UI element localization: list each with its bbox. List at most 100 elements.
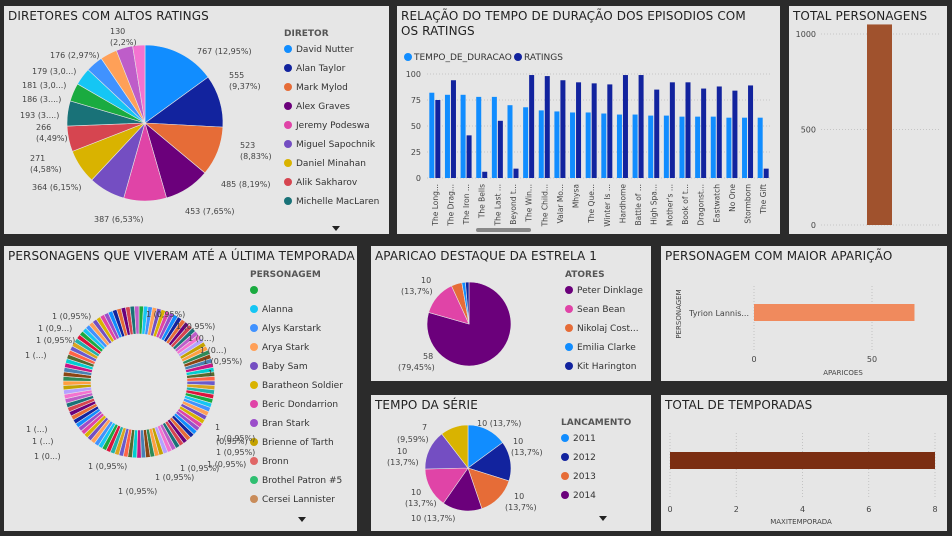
survivors-legend-item[interactable]: Cersei Lannister xyxy=(262,495,335,505)
tempo-serie-pie-chart[interactable]: LANCAMENTO 2011 2012 2013 2014 10 (13,7%) 10 (1… xyxy=(371,395,651,531)
ratings-bar[interactable] xyxy=(544,76,550,178)
duration-bar[interactable] xyxy=(460,94,466,178)
temporadas-bar[interactable] xyxy=(670,452,935,469)
aparicao-legend-item[interactable]: Kit Harington xyxy=(577,362,636,372)
survivors-legend-item[interactable]: Brothel Patron #5 xyxy=(262,476,342,486)
duration-bar[interactable] xyxy=(632,114,638,178)
duration-bar[interactable] xyxy=(491,96,497,178)
survivors-legend-item[interactable]: Alys Karstark xyxy=(262,324,322,334)
survivors-legend-item[interactable]: Bronn xyxy=(262,457,289,467)
directors-legend-item[interactable]: Alan Taylor xyxy=(296,64,346,74)
duration-bar[interactable] xyxy=(570,112,576,178)
directors-legend-item[interactable]: Michelle MacLaren xyxy=(296,197,379,207)
duration-bar[interactable] xyxy=(554,111,560,178)
survivors-legend-item[interactable]: Beric Dondarrion xyxy=(262,400,338,410)
total-personagens-bar[interactable] xyxy=(867,24,892,226)
directors-legend-item[interactable]: Miguel Sapochnik xyxy=(296,140,376,150)
ratings-bar[interactable] xyxy=(435,100,441,178)
duration-bar[interactable] xyxy=(710,116,716,178)
ratings-bar[interactable] xyxy=(638,75,644,178)
ratings-bar[interactable] xyxy=(591,83,597,178)
duration-bar[interactable] xyxy=(476,96,482,178)
duration-bar[interactable] xyxy=(663,115,669,178)
directors-legend-item[interactable]: David Nutter xyxy=(296,45,354,55)
episodes-xtick-label: The Long... xyxy=(431,184,440,227)
aparicao-legend-item[interactable]: Sean Bean xyxy=(577,305,625,315)
survivors-legend-item[interactable]: Alanna xyxy=(262,305,293,315)
duration-bar[interactable] xyxy=(444,94,450,178)
duration-bar[interactable] xyxy=(616,114,622,178)
aparicao-legend-marker xyxy=(565,362,573,370)
caret-down-icon[interactable] xyxy=(332,226,340,231)
episodes-xtick-label: Battle of ... xyxy=(634,184,643,225)
survivors-donut-chart[interactable]: PERSONAGEM Alanna Alys Karstark Arya Stark B… xyxy=(4,246,357,531)
ratings-bar[interactable] xyxy=(576,82,582,178)
temporadas-chart[interactable]: 0 2 4 6 8 MAXITEMPORADA xyxy=(661,395,947,531)
episodes-bar-chart[interactable]: TEMPO_DE_DURACAO RATINGS 100 75 50 25 0 The Lon… xyxy=(397,6,780,234)
ratings-legend-label[interactable]: RATINGS xyxy=(524,53,563,63)
maior-category-label: Tyrion Lannis... xyxy=(688,309,749,318)
horizontal-scrollbar[interactable] xyxy=(476,228,531,232)
ratings-bar[interactable] xyxy=(466,135,472,178)
tempo-slice-label: (13,7%) xyxy=(387,458,419,467)
directors-legend-marker xyxy=(284,140,292,148)
tempo-legend-item[interactable]: 2011 xyxy=(573,434,596,444)
ratings-bar[interactable] xyxy=(654,89,660,178)
survivors-slice-label: 1 (0,95%) xyxy=(216,448,255,457)
duration-bar[interactable] xyxy=(695,116,701,178)
maior-aparicao-bar[interactable] xyxy=(754,304,915,321)
directors-legend-item[interactable]: Jeremy Podeswa xyxy=(295,121,370,131)
duration-bar[interactable] xyxy=(523,107,529,178)
aparicao-pie-chart[interactable]: ATORES Peter Dinklage Sean Bean Nikolaj Cos… xyxy=(371,246,651,381)
tempo-legend-item[interactable]: 2013 xyxy=(573,472,596,482)
duration-legend-label[interactable]: TEMPO_DE_DURACAO xyxy=(413,53,512,63)
ratings-bar[interactable] xyxy=(763,168,769,178)
survivors-legend-item[interactable]: Baby Sam xyxy=(262,362,308,372)
ratings-bar[interactable] xyxy=(669,82,675,178)
tempo-legend-item[interactable]: 2012 xyxy=(573,453,596,463)
duration-bar[interactable] xyxy=(648,115,654,178)
duration-bar[interactable] xyxy=(679,116,685,178)
ratings-bar[interactable] xyxy=(497,120,503,178)
aparicao-legend-item[interactable]: Emilia Clarke xyxy=(577,343,636,353)
ratings-bar[interactable] xyxy=(560,80,566,178)
caret-down-icon[interactable] xyxy=(599,516,607,521)
ratings-bar[interactable] xyxy=(716,86,722,178)
tempo-legend-marker xyxy=(561,453,569,461)
duration-bar[interactable] xyxy=(507,105,513,178)
ratings-bar[interactable] xyxy=(732,90,738,178)
ratings-bar[interactable] xyxy=(513,168,519,178)
directors-slice-label: (2,2%) xyxy=(110,38,137,47)
caret-down-icon[interactable] xyxy=(298,517,306,522)
survivors-legend-item[interactable]: Arya Stark xyxy=(262,343,310,353)
ratings-bar[interactable] xyxy=(482,171,488,178)
ratings-bar[interactable] xyxy=(607,84,613,178)
directors-legend-item[interactable]: Alik Sakharov xyxy=(296,178,358,188)
duration-bar[interactable] xyxy=(742,117,748,178)
directors-legend-item[interactable]: Daniel Minahan xyxy=(296,159,366,169)
duration-bar[interactable] xyxy=(757,117,763,178)
ratings-bar[interactable] xyxy=(529,75,535,178)
survivors-legend-item[interactable]: Baratheon Soldier xyxy=(262,381,343,391)
maior-aparicao-chart[interactable]: 0 50 Tyrion Lannis... PERSONAGEM APARICOES xyxy=(661,246,947,381)
ratings-bar[interactable] xyxy=(685,82,691,178)
total-personagens-chart[interactable]: 1000 500 0 xyxy=(789,6,947,234)
ratings-bar[interactable] xyxy=(748,85,754,178)
directors-legend-item[interactable]: Mark Mylod xyxy=(296,83,348,93)
episodes-xtick-label: High Spa... xyxy=(650,184,659,225)
tempo-legend-item[interactable]: 2014 xyxy=(573,491,596,501)
aparicao-legend-item[interactable]: Peter Dinklage xyxy=(577,286,643,296)
aparicao-legend-item[interactable]: Nikolaj Cost... xyxy=(577,324,639,334)
duration-bar[interactable] xyxy=(585,112,591,178)
survivors-legend-item[interactable]: Bran Stark xyxy=(262,419,310,429)
ratings-bar[interactable] xyxy=(701,88,707,178)
duration-bar[interactable] xyxy=(538,110,544,178)
ratings-bar[interactable] xyxy=(450,80,456,178)
duration-bar[interactable] xyxy=(601,113,607,178)
duration-bar[interactable] xyxy=(429,92,435,178)
ratings-bar[interactable] xyxy=(622,75,628,178)
duration-bar[interactable] xyxy=(726,117,732,178)
directors-legend-item[interactable]: Alex Graves xyxy=(296,102,350,112)
directors-pie-chart[interactable]: DIRETOR David Nutter Alan Taylor Mark Mylod… xyxy=(4,6,389,234)
survivors-legend-item[interactable]: Brienne of Tarth xyxy=(262,438,334,448)
